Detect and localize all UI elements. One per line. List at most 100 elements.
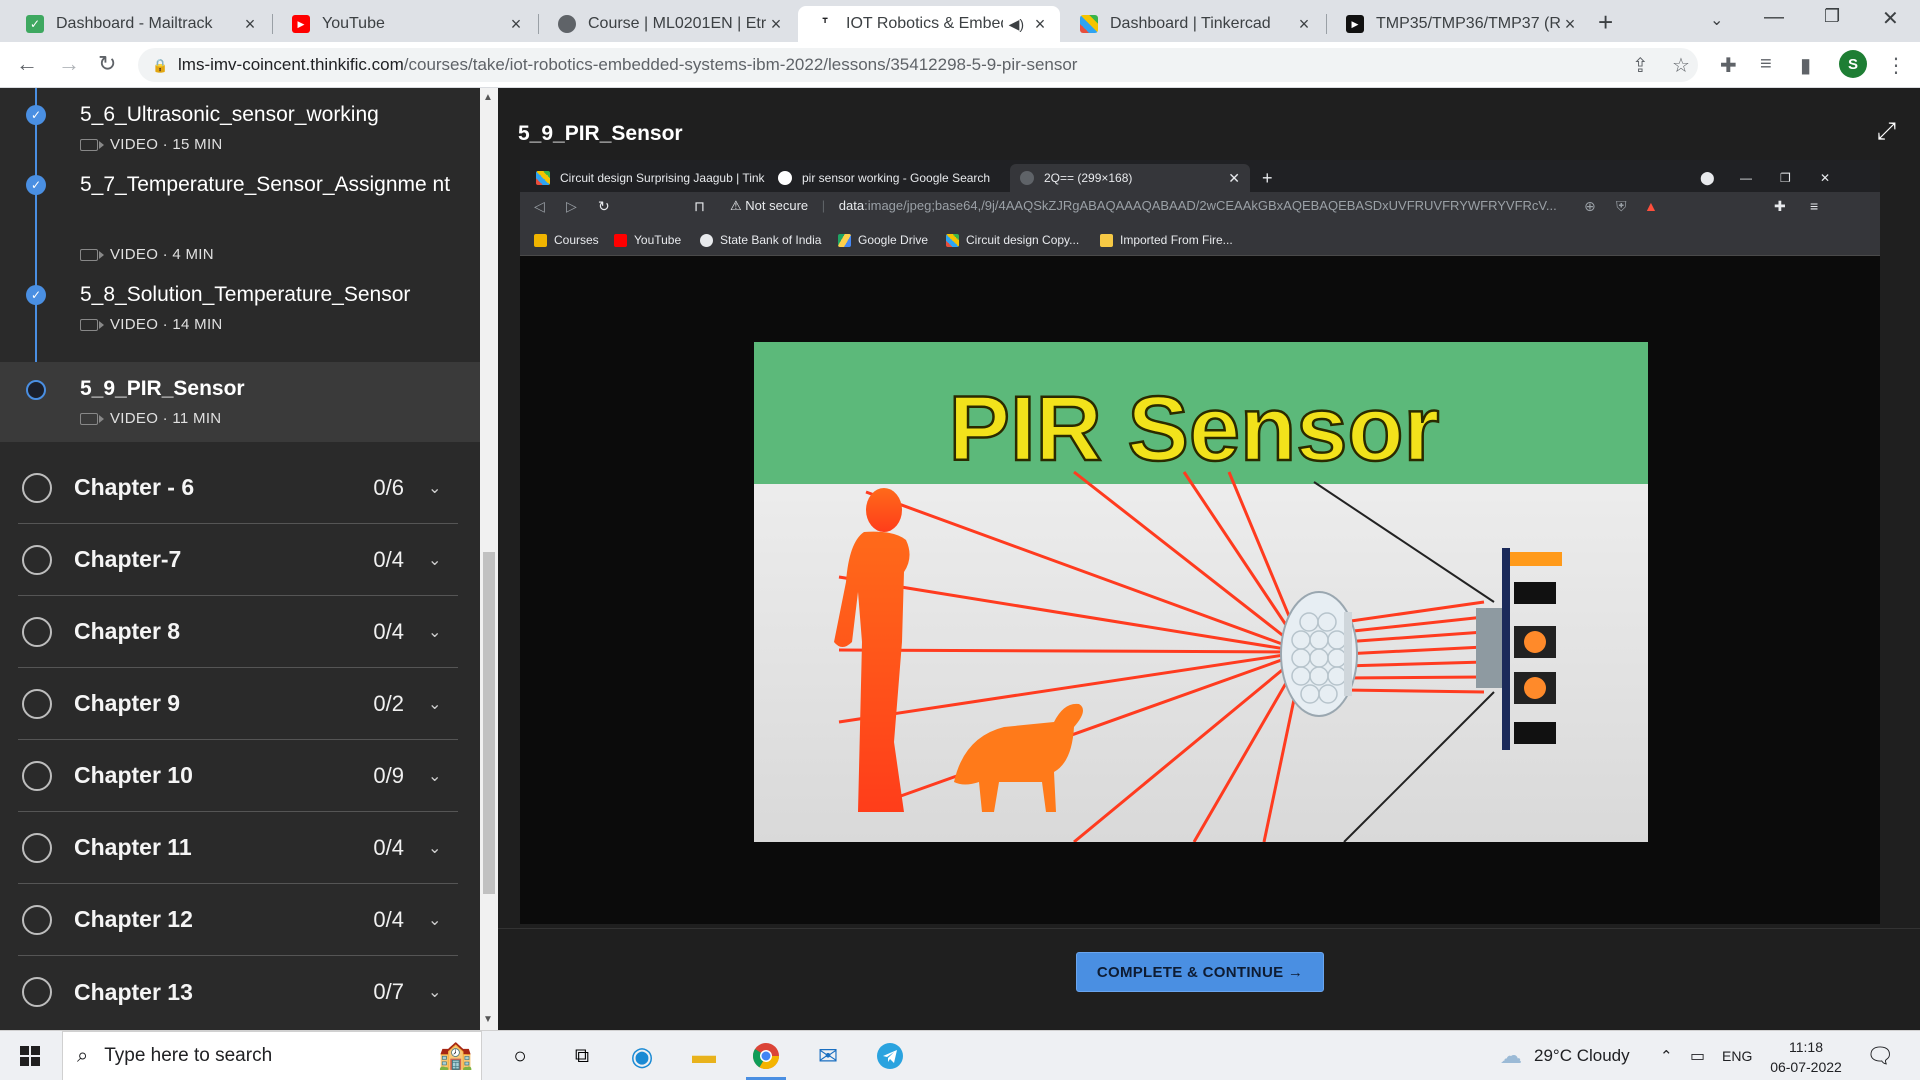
speaker-icon[interactable]: ◀)	[1009, 16, 1024, 33]
close-tab-icon[interactable]: ×	[1560, 14, 1580, 35]
notification-icon[interactable]: 🗨	[1866, 1031, 1894, 1080]
windows-start-icon[interactable]	[20, 1046, 40, 1066]
chapter-item[interactable]: Chapter 10 0/9 ⌄	[18, 740, 458, 812]
chrome-logo	[752, 1043, 780, 1070]
chapter-status-ring-icon	[22, 904, 52, 935]
completed-check-icon: ✓	[26, 175, 46, 195]
chevron-down-icon[interactable]: ⌄	[428, 766, 441, 786]
zoom-icon: ⊕	[1584, 198, 1596, 214]
bookmark-star-icon[interactable]: ☆	[1672, 53, 1690, 78]
video-tab: pir sensor working - Google Search	[768, 164, 1008, 192]
search-icon: ⌕	[77, 1044, 89, 1067]
chevron-down-icon[interactable]: ⌄	[428, 910, 441, 930]
pir-lens	[1280, 591, 1358, 717]
battery-icon[interactable]: ▭	[1690, 1031, 1705, 1080]
play-icon: ▶	[1346, 15, 1364, 33]
profile-avatar[interactable]: S	[1839, 50, 1867, 78]
scroll-up-icon[interactable]: ▲	[483, 92, 493, 103]
telegram-icon[interactable]	[874, 1040, 906, 1072]
chevron-down-icon[interactable]: ⌄	[428, 982, 441, 1002]
share-icon[interactable]: ⇪	[1632, 53, 1649, 78]
chapter-item[interactable]: Chapter 11 0/4 ⌄	[18, 812, 458, 884]
chevron-down-icon[interactable]: ⌄	[428, 838, 441, 858]
language-indicator[interactable]: ENG	[1722, 1031, 1752, 1080]
new-tab-icon: +	[1262, 167, 1273, 188]
complete-continue-button[interactable]: COMPLETE & CONTINUE →	[1076, 952, 1324, 992]
back-icon[interactable]: ←	[16, 51, 38, 77]
close-tab-icon[interactable]: ×	[506, 14, 526, 35]
browser-tab-tmp35[interactable]: ▶ TMP35/TMP36/TMP37 (Rev ×	[1328, 6, 1590, 42]
extensions-icon[interactable]: ✚	[1720, 53, 1737, 78]
lesson-item[interactable]: ✓ 5_6_Ultrasonic_sensor_working VIDEO · …	[0, 88, 480, 158]
tab-search-icon[interactable]: ⌄	[1710, 10, 1723, 30]
browser-tab-mailtrack[interactable]: ✓ Dashboard - Mailtrack ×	[8, 6, 270, 42]
browser-tab-etrain[interactable]: Course | ML0201EN | Etrain ×	[540, 6, 796, 42]
chapter-item[interactable]: Chapter - 6 0/6 ⌄	[18, 452, 458, 524]
close-window-icon[interactable]: ✕	[1882, 6, 1899, 31]
minimize-icon[interactable]: —	[1764, 6, 1784, 29]
chapter-item[interactable]: Chapter 8 0/4 ⌄	[18, 596, 458, 668]
chapter-item[interactable]: Chapter 13 0/7 ⌄	[18, 956, 458, 1028]
browser-tab-thinkific[interactable]: ᐪ IOT Robotics & Embedde ◀) ×	[798, 6, 1060, 42]
close-tab-icon[interactable]: ×	[766, 14, 786, 35]
chapter-progress: 0/4	[373, 546, 404, 572]
chapter-item[interactable]: Chapter-7 0/4 ⌄	[18, 524, 458, 596]
chevron-down-icon[interactable]: ⌄	[428, 622, 441, 642]
taskbar-search-input[interactable]: ⌕ Type here to search 🏫	[62, 1031, 482, 1080]
media-control-icon[interactable]: ≡	[1760, 53, 1772, 76]
browser-tab-strip: ✓ Dashboard - Mailtrack × ▶ YouTube × Co…	[0, 0, 1920, 42]
chapter-item[interactable]: Chapter 12 0/4 ⌄	[18, 884, 458, 956]
taskbar-clock[interactable]: 11:18 06-07-2022	[1766, 1037, 1846, 1077]
new-tab-icon[interactable]: +	[1598, 7, 1613, 38]
tinkercad-icon	[536, 171, 550, 185]
mail-icon[interactable]: ✉	[812, 1040, 844, 1072]
show-hidden-icons[interactable]: ⌃	[1660, 1031, 1673, 1080]
weather-widget[interactable]: ☁ 29°C Cloudy	[1500, 1031, 1630, 1080]
video-icon	[80, 138, 104, 151]
telegram-logo	[877, 1043, 903, 1069]
cortana-icon[interactable]: ○	[504, 1040, 536, 1072]
lesson-meta: VIDEO · 14 MIN	[80, 316, 223, 333]
chrome-icon[interactable]	[746, 1040, 786, 1080]
fullscreen-expand-icon[interactable]: ⤢	[1877, 118, 1896, 146]
chapter-item[interactable]: Chapter 9 0/2 ⌄	[18, 668, 458, 740]
course-sidebar: ✓ 5_6_Ultrasonic_sensor_working VIDEO · …	[0, 88, 480, 1030]
search-placeholder: Type here to search	[104, 1045, 273, 1066]
lesson-item-current[interactable]: 5_9_PIR_Sensor VIDEO · 11 MIN	[0, 362, 480, 442]
forward-icon[interactable]: →	[58, 51, 80, 77]
lock-icon: 🔒	[152, 58, 169, 73]
close-tab-icon[interactable]: ×	[1030, 14, 1050, 35]
tab-title: Dashboard | Tinkercad	[1110, 15, 1271, 32]
browser-tab-tinkercad[interactable]: Dashboard | Tinkercad ×	[1062, 6, 1324, 42]
lesson-item[interactable]: ✓ 5_8_Solution_Temperature_Sensor VIDEO …	[0, 268, 480, 350]
chapter-status-ring-icon	[22, 544, 52, 575]
chevron-down-icon[interactable]: ⌄	[428, 478, 441, 498]
close-tab-icon[interactable]: ×	[1294, 14, 1314, 35]
restore-icon: ❐	[1780, 171, 1791, 185]
menu-kebab-icon[interactable]: ⋮	[1886, 53, 1906, 78]
chevron-down-icon[interactable]: ⌄	[428, 694, 441, 714]
back-icon: ◁	[534, 198, 545, 214]
file-explorer-icon[interactable]: ▬	[688, 1040, 720, 1072]
browser-tab-youtube[interactable]: ▶ YouTube ×	[274, 6, 536, 42]
completed-check-icon: ✓	[26, 285, 46, 305]
close-tab-icon[interactable]: ×	[240, 14, 260, 35]
lesson-heading: 5_9_PIR_Sensor	[518, 122, 683, 145]
bookmark-item: Google Drive	[838, 233, 928, 247]
task-view-icon[interactable]: ⧉	[566, 1040, 598, 1072]
lesson-title: 5_6_Ultrasonic_sensor_working	[80, 103, 379, 126]
restore-icon[interactable]: ❐	[1824, 6, 1840, 27]
reload-icon[interactable]: ↻	[98, 51, 116, 77]
address-bar[interactable]: 🔒 lms-imv-coincent.thinkific.com/courses…	[138, 48, 1698, 82]
sidebar-scrollbar-thumb[interactable]	[483, 552, 495, 894]
side-panel-icon[interactable]: ▮	[1800, 53, 1811, 78]
lesson-item[interactable]: ✓ 5_7_Temperature_Sensor_Assignme nt VID…	[0, 158, 480, 268]
pir-sensor-illustration: PIR Sensor	[754, 342, 1648, 842]
edge-icon[interactable]: ◉	[626, 1040, 658, 1072]
chapter-progress: 0/7	[373, 979, 404, 1004]
lesson-title: 5_9_PIR_Sensor	[80, 377, 245, 400]
video-player[interactable]: Circuit design Surprising Jaagub | Tink …	[520, 160, 1880, 924]
lesson-title: 5_8_Solution_Temperature_Sensor	[80, 283, 411, 306]
scroll-down-icon[interactable]: ▼	[483, 1014, 493, 1025]
chevron-down-icon[interactable]: ⌄	[428, 550, 441, 570]
